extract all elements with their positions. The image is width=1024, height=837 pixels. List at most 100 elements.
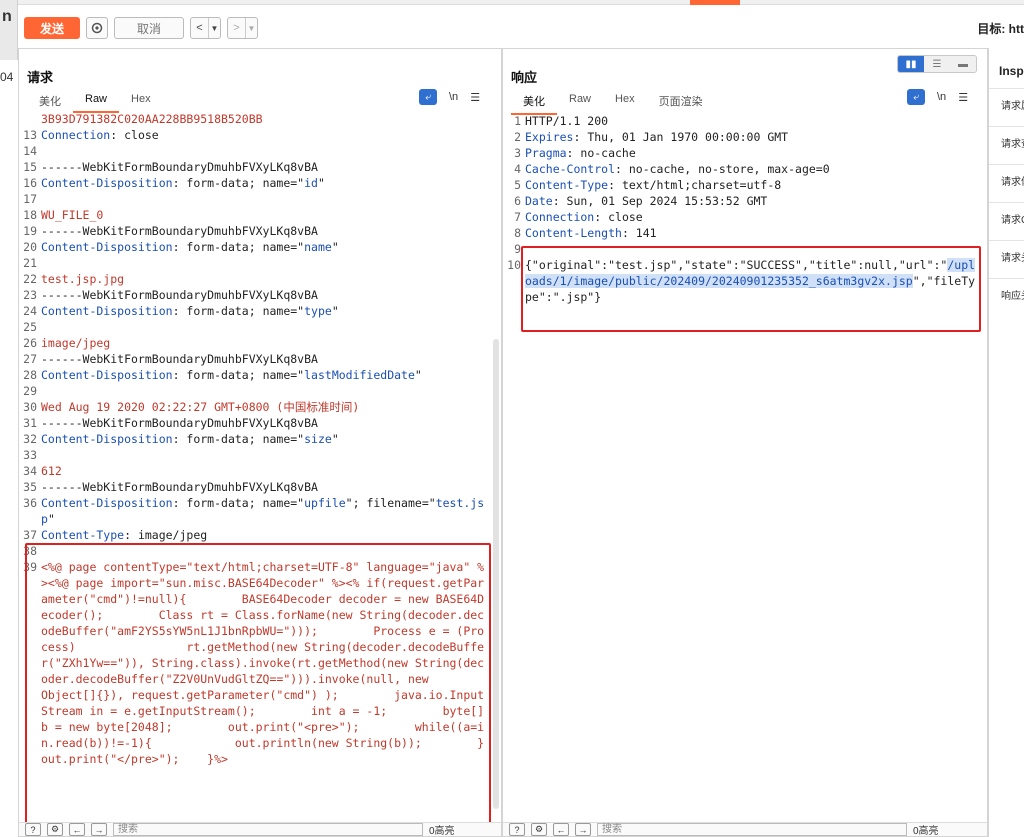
line-content: Cache-Control: no-cache, no-store, max-a… (525, 161, 979, 177)
code-token: Pragma (525, 146, 567, 160)
back-dropdown-icon[interactable]: ▼ (208, 18, 220, 38)
menu-icon[interactable]: ☰ (470, 91, 480, 104)
line-content: 3B93D791382C020AA228BB9518B520BB (41, 111, 491, 127)
request-code-line: 29 (19, 383, 491, 399)
forward-dropdown-icon[interactable]: ▼ (245, 18, 257, 38)
back-nav-group[interactable]: < ▼ (190, 17, 221, 39)
tab-pretty[interactable]: 美化 (511, 93, 557, 115)
newline-toggle[interactable]: \n (937, 91, 946, 103)
layout-split-icon[interactable]: ▮▮ (898, 56, 924, 72)
request-search-input[interactable]: 搜索 (113, 823, 423, 836)
search-settings-icon[interactable]: ⚙ (531, 823, 547, 836)
inspector-item-request-attributes[interactable]: 请求属性 (989, 88, 1024, 124)
line-number: 20 (23, 240, 37, 254)
layout-single-icon[interactable]: ▬ (950, 56, 976, 72)
request-code-line: 16 Content-Disposition: form-data; name="… (19, 175, 491, 191)
inspector-item-cookies[interactable]: 请求Cook (989, 202, 1024, 238)
response-panel: ▮▮ ☰ ▬ 响应 美化 Raw Hex 页面渲染 ⤶ \n ☰ 1 HTTP/1… (502, 48, 988, 837)
response-search-input[interactable]: 搜索 (597, 823, 907, 836)
code-token: Content-Disposition (41, 304, 173, 318)
line-number: 8 (514, 226, 521, 240)
forward-nav-group[interactable]: > ▼ (227, 17, 258, 39)
response-tabs: 美化 Raw Hex 页面渲染 (511, 93, 715, 115)
next-match-icon[interactable]: → (575, 823, 591, 836)
response-code-line: 7 Connection: close (503, 209, 979, 225)
newline-toggle[interactable]: \n (449, 91, 458, 103)
code-token: Expires (525, 130, 574, 144)
code-token: ------WebKitFormBoundaryDmuhbFVXyLKq8vBA (41, 224, 318, 238)
code-token: "; filename=" (345, 496, 436, 510)
code-token: name (304, 240, 332, 254)
layout-toggle[interactable]: ▮▮ ☰ ▬ (897, 55, 977, 73)
line-number: 21 (23, 256, 37, 270)
response-editor[interactable]: 1 HTTP/1.1 200 2 Expires: Thu, 01 Jan 1970 … (503, 113, 979, 813)
tab-hex[interactable]: Hex (603, 93, 647, 115)
send-button[interactable]: 发送 (24, 17, 80, 39)
response-editor-tools: ⤶ \n ☰ (907, 89, 968, 105)
code-token: : 141 (621, 226, 657, 240)
code-token: size (304, 432, 332, 446)
request-code-line: 27 ------WebKitFormBoundaryDmuhbFVXyLKq8v… (19, 351, 491, 367)
prev-match-icon[interactable]: ← (69, 823, 85, 836)
request-code-line: 18 WU_FILE_0 (19, 207, 491, 223)
inspector-item-query-params[interactable]: 请求查询 (989, 126, 1024, 162)
line-number: 17 (23, 192, 37, 206)
inspector-item-body-params[interactable]: 请求体参 (989, 164, 1024, 200)
code-token: : form-data; name=" (172, 240, 305, 254)
line-content (41, 319, 491, 335)
menu-icon[interactable]: ☰ (958, 91, 968, 104)
code-token: image/jpeg (41, 336, 111, 350)
request-code-line: 3B93D791382C020AA228BB9518B520BB (19, 111, 491, 127)
code-token: 3B93D791382C020AA228BB9518B520BB (41, 112, 263, 126)
tab-pretty[interactable]: 美化 (27, 93, 73, 113)
code-token: : Thu, 01 Jan 1970 00:00:00 GMT (573, 130, 789, 144)
line-number (19, 111, 41, 127)
prev-match-icon[interactable]: ← (553, 823, 569, 836)
active-tab-indicator[interactable] (690, 0, 740, 5)
request-code-line: 31 ------WebKitFormBoundaryDmuhbFVXyLKq8v… (19, 415, 491, 431)
next-match-icon[interactable]: → (91, 823, 107, 836)
left-edge-panel: n (0, 0, 18, 60)
inspector-item-response-headers[interactable]: 响应头 (989, 278, 1024, 314)
code-token: : Sun, 01 Sep 2024 15:53:52 GMT (552, 194, 768, 208)
help-icon[interactable]: ? (509, 823, 525, 836)
forward-arrow-icon[interactable]: > (228, 18, 245, 38)
settings-button[interactable] (86, 17, 108, 39)
code-token: Content-Type (41, 528, 125, 542)
line-number: 7 (514, 210, 521, 224)
line-content: test.jsp.jpg (41, 271, 491, 287)
tab-render[interactable]: 页面渲染 (647, 93, 715, 115)
request-code-line: 21 (19, 255, 491, 271)
response-url-highlight-box (521, 246, 981, 332)
line-content: ------WebKitFormBoundaryDmuhbFVXyLKq8vBA (41, 479, 491, 495)
request-scrollbar[interactable] (493, 339, 499, 809)
line-number: 15 (23, 160, 37, 174)
request-code-line: 24 Content-Disposition: form-data; name="… (19, 303, 491, 319)
tab-raw[interactable]: Raw (73, 93, 120, 113)
cancel-button[interactable]: 取消 (114, 17, 184, 39)
response-bottom-bar: ? ⚙ ← → 搜索 0高亮 (503, 822, 987, 837)
help-icon[interactable]: ? (25, 823, 41, 836)
wrap-lines-icon[interactable]: ⤶ (907, 89, 925, 105)
top-tab-strip (0, 0, 1024, 5)
inspector-panel: Insp 请求属性 请求查询 请求体参 请求Cook 请求头 响应头 (988, 48, 1024, 837)
line-content: 612 (41, 463, 491, 479)
target-label[interactable]: 目标: htt (977, 20, 1024, 37)
code-token: Content-Disposition (41, 368, 173, 382)
request-code-line: 28 Content-Disposition: form-data; name="… (19, 367, 491, 383)
code-token: ------WebKitFormBoundaryDmuhbFVXyLKq8vBA (41, 416, 318, 430)
code-token: Content-Length (525, 226, 622, 240)
search-settings-icon[interactable]: ⚙ (47, 823, 63, 836)
tab-raw[interactable]: Raw (557, 93, 603, 115)
layout-stacked-icon[interactable]: ☰ (924, 56, 950, 72)
request-code-line: 17 (19, 191, 491, 207)
line-number: 32 (23, 432, 37, 446)
inspector-item-request-headers[interactable]: 请求头 (989, 240, 1024, 276)
code-token: " (331, 240, 339, 254)
back-arrow-icon[interactable]: < (191, 18, 208, 38)
wrap-lines-icon[interactable]: ⤶ (419, 89, 437, 105)
line-content: Wed Aug 19 2020 02:22:27 GMT+0800 (中国标准时… (41, 399, 491, 415)
code-token: upfile (304, 496, 346, 510)
tab-hex[interactable]: Hex (119, 93, 163, 113)
code-token: Connection (41, 128, 111, 142)
